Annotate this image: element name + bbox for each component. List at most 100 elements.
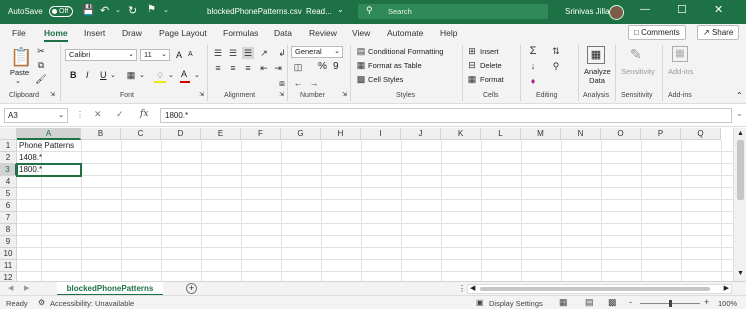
increase-indent-icon[interactable]: ⇥ [272, 62, 284, 74]
vertical-scrollbar[interactable]: ▲ ▼ [733, 128, 746, 281]
redo-icon[interactable]: ↻ [128, 4, 137, 17]
decrease-decimal-icon[interactable]: → [308, 77, 320, 89]
column-header-a[interactable]: A [17, 128, 81, 140]
undo-dropdown-icon[interactable]: ⌄ [115, 6, 121, 14]
cancel-icon[interactable]: ✕ [94, 109, 102, 120]
column-header-h[interactable]: H [321, 128, 361, 140]
tab-draw[interactable]: Draw [122, 28, 142, 38]
cell-a1[interactable]: Phone Patterns [17, 140, 74, 152]
row-header-8[interactable]: 8 [0, 224, 17, 236]
percent-button[interactable]: % [318, 61, 327, 72]
row-header-11[interactable]: 11 [0, 260, 17, 272]
grow-font-button[interactable]: A [176, 50, 182, 60]
column-header-f[interactable]: F [241, 128, 281, 140]
align-right-icon[interactable]: ≡ [242, 62, 254, 74]
find-select-icon[interactable]: ⚲ [550, 60, 562, 72]
align-left-icon[interactable]: ≡ [212, 62, 224, 74]
sheet-tab-blockedphonepatterns[interactable]: blockedPhonePatterns [57, 282, 163, 296]
comments-button[interactable]: □ Comments [628, 25, 686, 40]
scroll-down-icon[interactable]: ▼ [737, 270, 744, 277]
tab-formulas[interactable]: Formulas [223, 28, 258, 38]
customize-icon[interactable]: ⚑ [147, 4, 156, 15]
avatar[interactable] [609, 5, 624, 20]
column-header-l[interactable]: L [481, 128, 521, 140]
scroll-up-icon[interactable]: ▲ [737, 130, 744, 137]
accounting-icon[interactable]: ◫ [292, 61, 304, 73]
hscroll-thumb[interactable] [480, 287, 710, 291]
fill-icon[interactable]: ↓ [527, 60, 539, 72]
column-header-g[interactable]: G [281, 128, 321, 140]
row-header-1[interactable]: 1 [0, 140, 17, 152]
share-button[interactable]: ↗ Share [697, 25, 740, 40]
column-header-d[interactable]: D [161, 128, 201, 140]
scroll-right-icon[interactable]: ▶ [724, 284, 729, 292]
page-break-view-icon[interactable]: ▩ [608, 297, 617, 308]
font-size-select[interactable]: 11 ⌄ [140, 49, 170, 61]
title-chevron-icon[interactable]: ⌄ [337, 5, 344, 14]
enter-icon[interactable]: ✓ [116, 109, 124, 120]
column-header-i[interactable]: I [361, 128, 401, 140]
align-bottom-icon[interactable]: ☰ [242, 47, 254, 59]
analyze-data-icon[interactable]: ▦ [587, 46, 605, 64]
increase-decimal-icon[interactable]: ← [292, 77, 304, 89]
fill-color-icon[interactable]: ♢ [154, 69, 166, 81]
tab-view[interactable]: View [352, 28, 370, 38]
tab-automate[interactable]: Automate [387, 28, 423, 38]
sensitivity-icon[interactable]: ✎ [630, 46, 642, 63]
insert-function-button[interactable]: fx [140, 109, 148, 119]
row-header-3[interactable]: 3 [0, 164, 17, 176]
column-header-n[interactable]: N [561, 128, 601, 140]
tab-review[interactable]: Review [309, 28, 337, 38]
tab-data[interactable]: Data [274, 28, 292, 38]
borders-icon[interactable]: ▦ [125, 69, 137, 81]
cells-area[interactable]: Phone Patterns 1408.* 1800.* [16, 140, 733, 281]
save-icon[interactable]: 💾 [82, 5, 94, 16]
page-layout-view-icon[interactable]: ▤ [585, 297, 594, 308]
row-header-7[interactable]: 7 [0, 212, 17, 224]
paste-button[interactable]: Paste [10, 68, 29, 77]
tab-file[interactable]: File [12, 28, 26, 38]
row-header-4[interactable]: 4 [0, 176, 17, 188]
row-header-12[interactable]: 12 [0, 272, 17, 281]
underline-button[interactable]: U [100, 70, 107, 80]
column-header-p[interactable]: P [641, 128, 681, 140]
column-header-c[interactable]: C [121, 128, 161, 140]
zoom-slider-thumb[interactable] [669, 300, 672, 307]
font-color-button[interactable]: A [181, 69, 187, 79]
fill-dropdown-icon[interactable]: ⌄ [168, 71, 174, 79]
column-header-q[interactable]: Q [681, 128, 721, 140]
row-header-10[interactable]: 10 [0, 248, 17, 260]
column-header-e[interactable]: E [201, 128, 241, 140]
clipboard-launcher-icon[interactable]: ⇲ [50, 91, 55, 98]
copy-icon[interactable]: ⧉ [35, 59, 47, 71]
alignment-launcher-icon[interactable]: ⇲ [279, 91, 284, 98]
bold-button[interactable]: B [70, 70, 77, 80]
add-ins-button[interactable]: Add-ins [668, 67, 693, 76]
shrink-font-button[interactable]: A [188, 51, 193, 58]
insert-button[interactable]: Insert [480, 47, 499, 56]
tab-help[interactable]: Help [440, 28, 457, 38]
tab-page-layout[interactable]: Page Layout [159, 28, 207, 38]
scroll-left-icon[interactable]: ◀ [470, 284, 475, 292]
borders-dropdown-icon[interactable]: ⌄ [139, 71, 145, 79]
align-middle-icon[interactable]: ☰ [227, 47, 239, 59]
zoom-in-button[interactable]: + [704, 297, 709, 307]
number-launcher-icon[interactable]: ⇲ [342, 91, 347, 98]
font-name-select[interactable]: Calibri ⌄ [65, 49, 137, 61]
autosave-toggle[interactable]: Off [49, 6, 73, 17]
tab-home[interactable]: Home [44, 28, 68, 42]
column-header-k[interactable]: K [441, 128, 481, 140]
conditional-formatting-button[interactable]: Conditional Formatting [368, 47, 443, 56]
row-header-6[interactable]: 6 [0, 200, 17, 212]
maximize-icon[interactable]: ☐ [677, 3, 687, 16]
tab-insert[interactable]: Insert [84, 28, 105, 38]
add-sheet-button[interactable]: + [186, 283, 197, 294]
accessibility-status[interactable]: Accessibility: Unavailable [50, 299, 134, 308]
next-sheet-icon[interactable]: ▶ [24, 284, 29, 292]
more-icon[interactable]: ⋮ [76, 110, 84, 119]
format-as-table-button[interactable]: Format as Table [368, 61, 422, 70]
paste-icon[interactable]: 📋 [10, 47, 32, 68]
sort-filter-icon[interactable]: ⇅ [550, 45, 562, 57]
expand-formula-icon[interactable]: ⌄ [736, 109, 743, 118]
sensitivity-button[interactable]: Sensitivity [621, 67, 655, 76]
